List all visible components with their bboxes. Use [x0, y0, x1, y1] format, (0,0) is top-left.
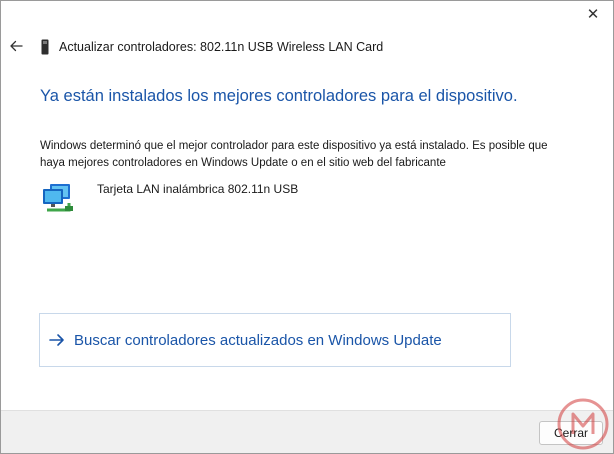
window-title: Actualizar controladores: 802.11n USB Wi…: [59, 40, 384, 54]
windows-update-link[interactable]: Buscar controladores actualizados en Win…: [39, 313, 511, 367]
watermark-logo-icon: [557, 398, 609, 450]
network-adapter-icon: [43, 184, 73, 212]
right-arrow-icon: [49, 334, 64, 346]
windows-update-link-label: Buscar controladores actualizados en Win…: [74, 331, 442, 349]
back-arrow-icon: [10, 40, 23, 52]
device-icon: [41, 39, 49, 55]
page-heading: Ya están instalados los mejores controla…: [40, 87, 518, 105]
dialog-footer: Cerrar: [1, 410, 613, 453]
close-button[interactable]: ✕: [579, 3, 607, 27]
window-title-row: Actualizar controladores: 802.11n USB Wi…: [39, 37, 383, 57]
update-drivers-window: ✕ Actualizar controladores: 802.11n USB …: [0, 0, 614, 454]
description-text: Windows determinó que el mejor controlad…: [40, 140, 548, 169]
device-name: Tarjeta LAN inalámbrica 802.11n USB: [97, 182, 299, 196]
back-button[interactable]: [7, 35, 27, 57]
device-entry: Tarjeta LAN inalámbrica 802.11n USB: [41, 181, 298, 213]
close-icon: ✕: [586, 6, 600, 23]
